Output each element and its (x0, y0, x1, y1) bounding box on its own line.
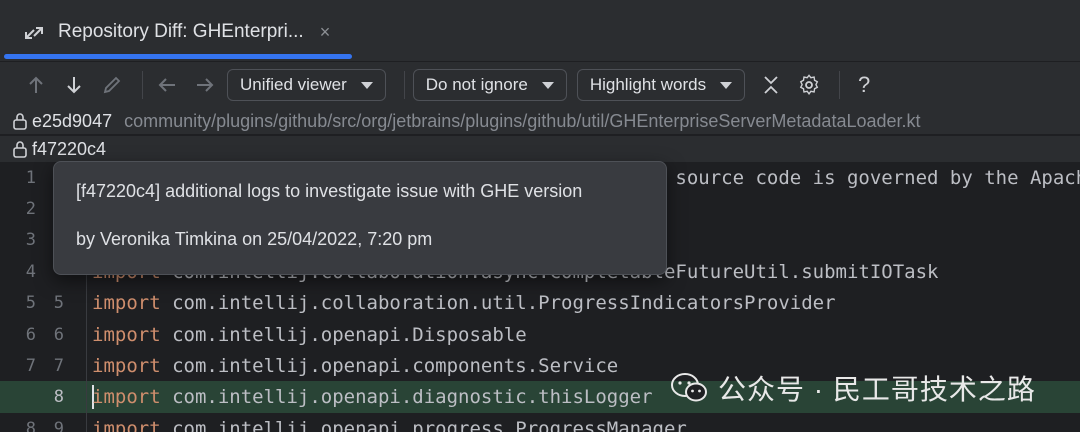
commit-tooltip: [f47220c4] additional logs to investigat… (53, 161, 667, 275)
code-line: import com.intellij.openapi.progress.Pro… (92, 413, 687, 432)
line-number-right: 5 (53, 293, 64, 313)
whitespace-ignore-select[interactable]: Do not ignore (412, 69, 567, 101)
toolbar-separator (839, 71, 841, 99)
viewer-mode-select[interactable]: Unified viewer (227, 69, 386, 101)
line-number-left: 4 (25, 262, 36, 282)
diff-toolbar: Unified viewer Do not ignore Highlight w… (0, 62, 1080, 108)
arrow-up-icon (29, 76, 43, 93)
line-number-left: 5 (25, 293, 36, 313)
arrow-right-icon (197, 78, 214, 92)
collapse-unchanged-button[interactable] (755, 69, 787, 101)
code-text: com.intellij.collaboration.util.Progress… (160, 292, 836, 314)
gutter-row: 89 (0, 413, 90, 432)
back-button[interactable] (151, 69, 183, 101)
watermark-text: 公众号 · 民工哥技术之路 (718, 374, 1036, 405)
keyword: import (92, 418, 161, 432)
gear-icon (799, 74, 819, 95)
watermark: 公众号 · 民工哥技术之路 (670, 366, 1036, 410)
gutter-row: 8 (0, 381, 90, 413)
settings-button[interactable] (793, 69, 825, 101)
highlight-mode-value: Highlight words (589, 75, 707, 94)
active-tab-indicator (4, 54, 352, 59)
code-line: import com.intellij.openapi.Disposable (92, 319, 527, 351)
next-difference-button[interactable] (58, 69, 90, 101)
diff-icon (25, 27, 43, 39)
code-line: import com.intellij.openapi.components.S… (92, 350, 618, 382)
commit-author: by Veronika Timkina on 25/04/2022, 7:20 … (76, 229, 433, 249)
line-number-right: 7 (53, 356, 64, 376)
chevron-down-icon (720, 81, 733, 89)
editor-tab-bar: Repository Diff: GHEnterpri... × (0, 0, 1080, 62)
tab-label: Repository Diff: GHEnterpri... (58, 21, 304, 42)
revision-line-left: e25d9047 community/plugins/github/src/or… (0, 108, 1080, 134)
help-button[interactable]: ? (848, 69, 880, 101)
line-number-left: 6 (25, 325, 36, 345)
tab-repository-diff[interactable]: Repository Diff: GHEnterpri... × (12, 8, 338, 56)
whitespace-ignore-value: Do not ignore (425, 75, 528, 94)
chevron-down-icon (360, 81, 373, 89)
keyword: import (92, 292, 161, 314)
code-text: com.intellij.openapi.progress.ProgressMa… (160, 418, 687, 432)
revision-hash[interactable]: e25d9047 (32, 111, 112, 132)
line-number-right: 8 (53, 387, 64, 407)
gutter-row: 77 (0, 350, 90, 382)
close-icon[interactable]: × (320, 22, 331, 43)
lock-icon (13, 141, 27, 158)
code-text: com.intellij.openapi.Disposable (160, 324, 527, 346)
toolbar-separator (403, 71, 405, 99)
collapse-icon (764, 76, 778, 94)
lock-icon (13, 113, 27, 130)
gutter-row: 66 (0, 319, 90, 351)
file-path: community/plugins/github/src/org/jetbrai… (124, 110, 921, 131)
line-number-left: 2 (25, 199, 36, 219)
revision-line-right: f47220c4 (0, 136, 1080, 162)
code-line-added: import com.intellij.openapi.diagnostic.t… (92, 381, 653, 413)
previous-difference-button[interactable] (20, 69, 52, 101)
arrow-down-icon (67, 77, 81, 94)
wechat-icon (671, 373, 707, 402)
forward-button[interactable] (189, 69, 221, 101)
line-number-right: 6 (53, 325, 64, 345)
line-number-left: 8 (25, 419, 36, 432)
line-number-left: 3 (25, 230, 36, 250)
gutter-row: 55 (0, 287, 90, 319)
line-number-right: 9 (53, 419, 64, 432)
pencil-icon (103, 76, 121, 94)
viewer-mode-value: Unified viewer (240, 75, 347, 94)
edit-button[interactable] (96, 69, 128, 101)
chevron-down-icon (541, 81, 554, 89)
keyword: import (92, 386, 161, 408)
keyword: import (92, 324, 161, 346)
code-text: com.intellij.openapi.diagnostic.thisLogg… (160, 386, 653, 408)
code-text: com.intellij.openapi.components.Service (160, 355, 619, 377)
line-number-left: 7 (25, 356, 36, 376)
commit-message: [f47220c4] additional logs to investigat… (76, 181, 583, 201)
code-line: import com.intellij.collaboration.util.P… (92, 287, 836, 319)
highlight-mode-select[interactable]: Highlight words (576, 69, 746, 101)
line-number-left: 1 (25, 168, 36, 188)
toolbar-separator (142, 71, 143, 99)
revision-hash[interactable]: f47220c4 (32, 139, 106, 160)
help-icon: ? (857, 72, 871, 97)
arrow-left-icon (158, 78, 175, 92)
keyword: import (92, 355, 161, 377)
